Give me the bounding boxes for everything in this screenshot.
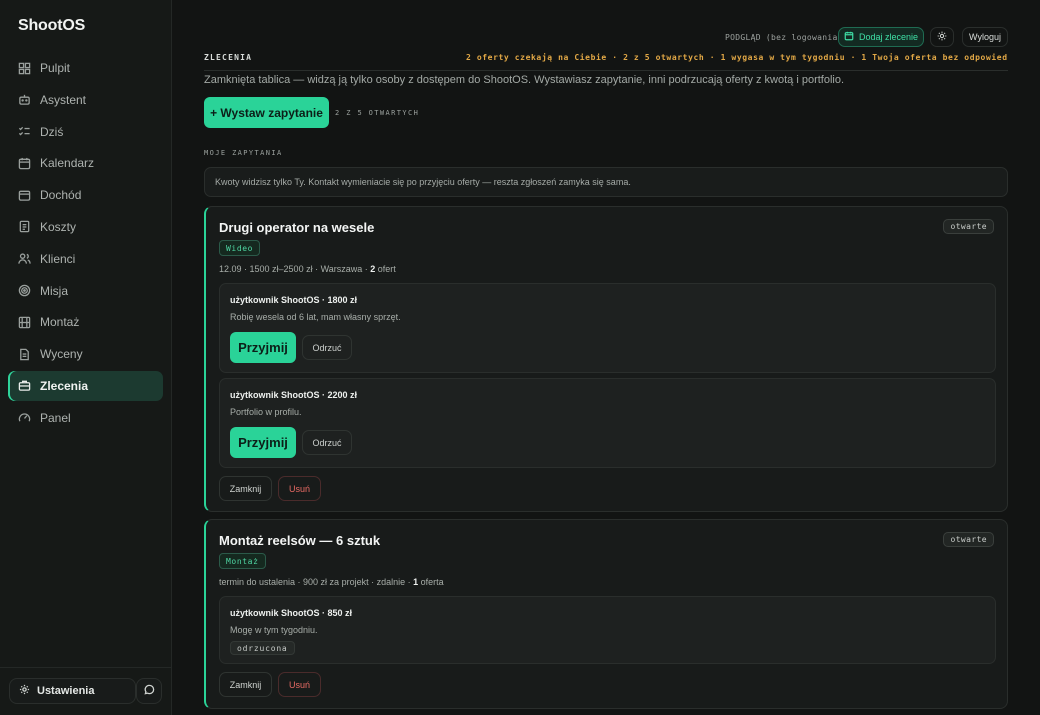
- brand-logo[interactable]: ShootOS: [18, 17, 85, 35]
- offer-item: użytkownik ShootOS · 2200 zł Portfolio w…: [219, 378, 996, 468]
- status-badge: otwarte: [943, 532, 994, 547]
- open-count-label: 2 Z 5 OTWARTYCH: [335, 109, 420, 117]
- briefcase-icon: [18, 379, 31, 392]
- sidebar-item-label: Pulpit: [40, 61, 71, 75]
- sidebar: ShootOS Pulpit Asystent Dziś Kalendarz D…: [0, 0, 172, 715]
- offer-message: Mogę w tym tygodniu.: [230, 625, 318, 635]
- logout-button[interactable]: Wyloguj: [962, 27, 1008, 47]
- sidebar-item-label: Montaż: [40, 315, 80, 330]
- document-icon: [18, 348, 31, 361]
- sidebar-item-label: Kalendarz: [40, 156, 95, 171]
- sidebar-item-label: Dochód: [40, 188, 82, 203]
- post-request-button[interactable]: + Wystaw zapytanie: [204, 97, 329, 128]
- page-title: ZLECENIA: [204, 53, 253, 62]
- add-order-button[interactable]: Dodaj zlecenie: [838, 27, 924, 47]
- theme-toggle-button[interactable]: [930, 27, 954, 47]
- category-tag: Wideo: [219, 240, 261, 256]
- request-title: Montaż reelsów — 6 sztuk: [219, 533, 381, 548]
- header-divider: [204, 70, 1008, 71]
- info-notice: Kwoty widzisz tylko Ty. Kontakt wymienia…: [204, 167, 1008, 197]
- sidebar-item-label: Koszty: [40, 219, 77, 234]
- checklist-icon: [18, 125, 31, 138]
- accept-offer-button[interactable]: Przyjmij: [230, 427, 296, 458]
- sidebar-item-label: Panel: [40, 410, 71, 425]
- target-icon: [18, 284, 31, 297]
- settings-label: Ustawienia: [37, 685, 95, 697]
- gear-icon: [19, 684, 37, 698]
- reject-offer-button[interactable]: Odrzuć: [302, 335, 352, 360]
- offer-message: Portfolio w profilu.: [230, 407, 302, 417]
- sidebar-item-panel[interactable]: Panel: [8, 403, 163, 433]
- request-meta: termin do ustalenia · 900 zł za projekt …: [219, 577, 444, 587]
- sidebar-item-dochod[interactable]: Dochód: [8, 180, 163, 210]
- close-request-button[interactable]: Zamknij: [219, 476, 272, 501]
- sidebar-item-koszty[interactable]: Koszty: [8, 212, 163, 242]
- settings-button[interactable]: Ustawienia: [9, 678, 136, 704]
- offer-count-suffix: ofert: [375, 264, 396, 274]
- request-meta-details: 12.09 · 1500 zł–2500 zł · Warszawa ·: [219, 264, 371, 274]
- grid-icon: [18, 62, 31, 75]
- receipt-icon: [18, 220, 31, 233]
- reject-offer-button[interactable]: Odrzuć: [302, 430, 352, 455]
- calendar-icon: [18, 157, 31, 170]
- sidebar-divider: [0, 667, 171, 668]
- gauge-icon: [18, 411, 31, 424]
- accept-offer-button[interactable]: Przyjmij: [230, 332, 296, 363]
- users-icon: [18, 252, 31, 265]
- sidebar-item-label: Wyceny: [40, 347, 83, 362]
- sidebar-item-pulpit[interactable]: Pulpit: [8, 53, 163, 83]
- film-icon: [18, 316, 31, 329]
- rejected-badge: odrzucona: [230, 641, 295, 655]
- sidebar-item-wyceny[interactable]: Wyceny: [8, 339, 163, 369]
- my-requests-heading: MOJE ZAPYTANIA: [204, 149, 283, 157]
- offer-header: użytkownik ShootOS · 2200 zł: [230, 390, 358, 400]
- stats-summary: 2 oferty czekają na Ciebie · 2 z 5 otwar…: [466, 53, 1008, 62]
- sidebar-item-label: Dziś: [40, 124, 64, 139]
- sidebar-item-label: Klienci: [40, 251, 76, 266]
- sidebar-item-zlecenia[interactable]: Zlecenia: [8, 370, 163, 401]
- chat-bubble-icon: [143, 684, 155, 698]
- sidebar-nav: Pulpit Asystent Dziś Kalendarz Dochód Ko…: [8, 53, 163, 435]
- page-description: Zamknięta tablica — widzą ją tylko osoby…: [204, 74, 845, 86]
- sidebar-item-kalendarz[interactable]: Kalendarz: [8, 148, 163, 178]
- offer-header: użytkownik ShootOS · 850 zł: [230, 608, 353, 618]
- wallet-icon: [18, 189, 31, 202]
- sidebar-item-asystent[interactable]: Asystent: [8, 85, 163, 115]
- delete-request-button[interactable]: Usuń: [278, 672, 321, 697]
- request-meta-details: termin do ustalenia · 900 zł za projekt …: [219, 577, 414, 587]
- sun-icon: [937, 30, 947, 44]
- delete-request-button[interactable]: Usuń: [278, 476, 321, 501]
- calendar-icon: [844, 31, 859, 43]
- status-badge: otwarte: [943, 219, 994, 234]
- sidebar-item-klienci[interactable]: Klienci: [8, 244, 163, 274]
- offer-item: użytkownik ShootOS · 1800 zł Robię wesel…: [219, 283, 996, 373]
- sidebar-item-dzis[interactable]: Dziś: [8, 117, 163, 147]
- offer-count-suffix: oferta: [418, 577, 444, 587]
- chat-button[interactable]: [136, 678, 162, 704]
- sidebar-item-montaz[interactable]: Montaż: [8, 307, 163, 337]
- request-title: Drugi operator na wesele: [219, 220, 375, 235]
- offer-message: Robię wesela od 6 lat, mam własny sprzęt…: [230, 312, 401, 322]
- preview-label: PODGLĄD (bez logowania): [725, 33, 843, 42]
- offer-item: użytkownik ShootOS · 850 zł Mogę w tym t…: [219, 596, 996, 664]
- request-meta: 12.09 · 1500 zł–2500 zł · Warszawa · 2 o…: [219, 264, 396, 274]
- request-card: Montaż reelsów — 6 sztuk otwarte Montaż …: [204, 519, 1008, 709]
- request-card: Drugi operator na wesele otwarte Wideo 1…: [204, 206, 1008, 512]
- offer-header: użytkownik ShootOS · 1800 zł: [230, 295, 358, 305]
- add-order-label: Dodaj zlecenie: [858, 32, 919, 42]
- sidebar-item-label: Misja: [40, 283, 69, 298]
- sidebar-item-misja[interactable]: Misja: [8, 276, 163, 306]
- close-request-button[interactable]: Zamknij: [219, 672, 272, 697]
- sidebar-item-label: Zlecenia: [40, 378, 89, 393]
- sidebar-item-label: Asystent: [40, 92, 87, 107]
- category-tag: Montaż: [219, 553, 266, 569]
- robot-icon: [18, 93, 31, 106]
